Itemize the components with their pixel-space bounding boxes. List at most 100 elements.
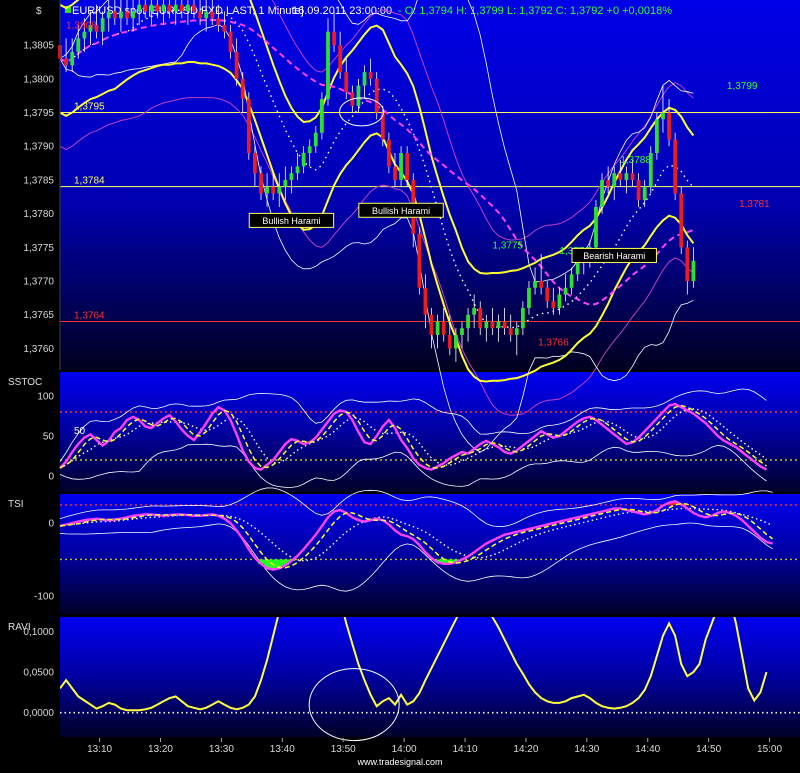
candle-body (307, 146, 312, 153)
candle-body (441, 321, 446, 335)
ravi-axis-label: 0,0500 (23, 668, 54, 679)
candle-body (186, 4, 190, 12)
chart-canvas[interactable]: $ EUR/USD spot [EURUSD FXD LAST, 1 Minut… (0, 0, 800, 768)
price-annotation: 1,3788 (620, 155, 651, 166)
time-axis-label: 13:10 (87, 744, 112, 755)
pattern-label: Bullish Harami (262, 216, 320, 226)
candle-body (70, 51, 75, 66)
time-axis-label: 14:00 (392, 744, 417, 755)
price-axis-label: 1,3775 (23, 243, 54, 254)
candle-body (295, 166, 300, 174)
sstoc-axis-label: 0 (48, 472, 54, 483)
candle-body (685, 247, 690, 282)
candle-body (125, 11, 129, 19)
ravi-panel-bg (60, 617, 800, 737)
candle-body (478, 307, 483, 329)
candle-body (387, 139, 391, 167)
ravi-axis-label: 0,1000 (23, 627, 54, 638)
time-axis: 13:10 13:20 13:30 13:40 13:50 14:00 14:10 14:20… (87, 738, 782, 755)
time-axis-label: 13:40 (270, 744, 295, 755)
price-axis-label: 1,3805 (23, 41, 54, 52)
candle-body (679, 193, 684, 248)
price-axis-label: 1,3795 (23, 108, 54, 119)
candle-body (167, 4, 172, 12)
time-axis-label: 15:00 (757, 744, 782, 755)
tsi-panel-label: TSI (8, 499, 24, 510)
candle-body (569, 274, 574, 288)
watermark: www.tradesignal.com (356, 757, 442, 767)
candle-body (624, 173, 629, 180)
chart-ohlc-readout: - O: 1,3794 H: 1,3799 L: 1,3792 C: 1,379… (398, 5, 672, 17)
price-panel-bg (60, 0, 800, 370)
sstoc-panel-bg (60, 372, 800, 492)
candle-body (654, 119, 659, 153)
candle-body (405, 152, 410, 180)
candle-body (265, 186, 269, 194)
time-axis-label: 14:30 (574, 744, 599, 755)
candle-body (551, 301, 556, 308)
candle-body (636, 179, 641, 201)
time-axis-label: 13:30 (209, 744, 234, 755)
candle-body (630, 173, 635, 180)
sstoc-panel-label: SSTOC (8, 377, 42, 388)
candle-body (240, 78, 245, 100)
candle-body (484, 321, 489, 329)
candle-body (137, 4, 142, 12)
candle-body (234, 51, 239, 79)
candle-body (155, 4, 160, 12)
candle-body (460, 328, 464, 335)
candle-body (527, 287, 531, 308)
candle-body (417, 233, 422, 288)
candle-body (320, 99, 324, 133)
candle-body (344, 72, 349, 93)
candle-body (119, 11, 123, 19)
candle-body (612, 173, 617, 187)
price-annotation: 1,3808 (66, 20, 97, 31)
candle-body (198, 11, 202, 19)
candle-body (210, 11, 215, 19)
price-axis-label: 1,3800 (23, 74, 54, 85)
candle-body (332, 31, 336, 46)
currency-symbol: $ (36, 6, 42, 17)
candle-body (691, 260, 696, 282)
candle-body (661, 112, 665, 120)
candle-body (368, 72, 373, 79)
price-level-label: 1,3784 (74, 176, 105, 187)
price-annotation: 1,3799 (727, 81, 758, 92)
candle-body (508, 328, 513, 335)
sstoc-axis-label: 100 (37, 392, 54, 403)
tsi-panel-bg (60, 494, 800, 614)
time-axis-label: 14:50 (696, 744, 721, 755)
candle-body (466, 314, 470, 329)
candle-body (447, 334, 452, 349)
candle-body (179, 4, 184, 12)
candle-body (545, 287, 550, 302)
candle-body (642, 186, 647, 201)
candle-body (673, 139, 678, 194)
time-axis-label: 14:10 (453, 744, 478, 755)
candle-body (313, 132, 318, 147)
candle-body (277, 186, 282, 194)
candle-body (173, 4, 178, 12)
candle-body (594, 206, 598, 248)
price-level-label: 1,3764 (74, 310, 105, 321)
price-axis-label: 1,3790 (23, 142, 54, 153)
candle-body (435, 321, 440, 335)
candle-body (338, 45, 343, 73)
candle-body (246, 99, 251, 153)
candle-body (283, 179, 288, 187)
candle-body (502, 321, 507, 329)
candle-body (204, 11, 209, 19)
candle-body (618, 173, 623, 180)
candle-body (301, 152, 306, 167)
time-axis-label: 13:20 (148, 744, 173, 755)
price-axis-label: 1,3780 (23, 209, 54, 220)
time-axis-label: 13:50 (331, 744, 356, 755)
trading-chart: $ EUR/USD spot [EURUSD FXD LAST, 1 Minut… (0, 0, 800, 768)
candle-body (563, 287, 568, 295)
candle-body (271, 186, 276, 194)
sstoc-axis-label: 50 (43, 432, 55, 443)
pattern-label: Bullish Harami (372, 206, 430, 216)
candle-body (216, 18, 221, 25)
price-annotation: 1,3781 (739, 199, 770, 210)
